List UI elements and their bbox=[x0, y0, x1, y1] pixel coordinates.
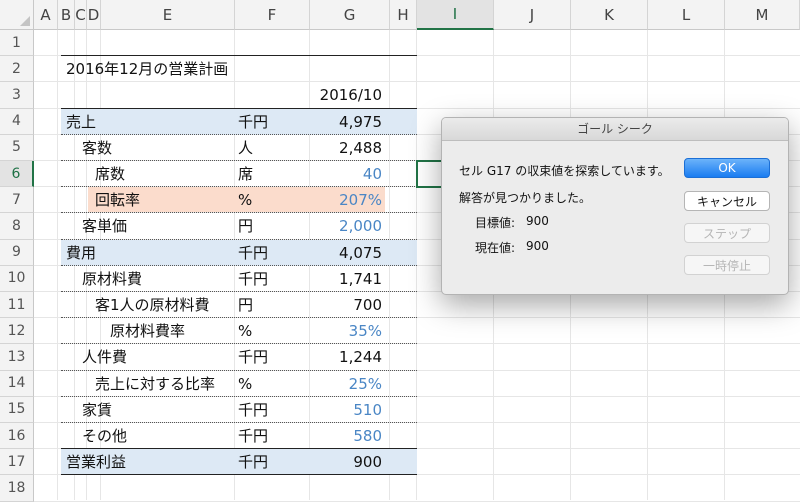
row-unit[interactable]: 席 bbox=[238, 161, 253, 187]
target-value-label: 目標値: bbox=[475, 216, 516, 230]
row-label[interactable]: 回転率 bbox=[95, 187, 140, 213]
row-value[interactable]: 25% bbox=[310, 371, 382, 397]
row-header-3[interactable]: 3 bbox=[0, 82, 34, 109]
row-header-18[interactable]: 18 bbox=[0, 475, 34, 502]
step-button[interactable]: ステップ bbox=[684, 223, 770, 243]
column-header-h[interactable]: H bbox=[390, 0, 417, 30]
row-unit[interactable]: 千円 bbox=[238, 344, 268, 370]
goal-seek-dialog: ゴール シーク セル G17 の収束値を探索しています。 解答が見つかりました。… bbox=[441, 117, 789, 295]
row-label[interactable]: その他 bbox=[82, 423, 127, 449]
period-header[interactable]: 2016/10 bbox=[310, 82, 382, 108]
ok-button[interactable]: OK bbox=[684, 158, 770, 178]
row-unit[interactable]: 千円 bbox=[238, 449, 268, 475]
row-header-16[interactable]: 16 bbox=[0, 423, 34, 450]
row-value[interactable]: 35% bbox=[310, 318, 382, 344]
row-value[interactable]: 700 bbox=[310, 292, 382, 318]
row-header-14[interactable]: 14 bbox=[0, 370, 34, 397]
row-header-10[interactable]: 10 bbox=[0, 265, 34, 292]
target-value: 900 bbox=[526, 214, 549, 228]
row-label[interactable]: 客数 bbox=[82, 135, 112, 161]
column-header-i[interactable]: I bbox=[417, 0, 494, 30]
row-value[interactable]: 1,741 bbox=[310, 266, 382, 292]
row-header-7[interactable]: 7 bbox=[0, 187, 34, 214]
row-header-17[interactable]: 17 bbox=[0, 449, 34, 476]
row-unit[interactable]: 人 bbox=[238, 135, 253, 161]
row-header-5[interactable]: 5 bbox=[0, 134, 34, 161]
row-label[interactable]: 売上に対する比率 bbox=[95, 371, 215, 397]
row-label[interactable]: 家賃 bbox=[82, 397, 112, 423]
current-value: 900 bbox=[526, 239, 549, 253]
column-header-a[interactable]: A bbox=[34, 0, 58, 30]
row-value[interactable]: 4,975 bbox=[310, 109, 382, 135]
column-header-e[interactable]: E bbox=[101, 0, 235, 30]
row-label[interactable]: 客単価 bbox=[82, 213, 127, 239]
current-value-label: 現在値: bbox=[475, 241, 516, 255]
column-header-f[interactable]: F bbox=[235, 0, 310, 30]
column-header-b[interactable]: B bbox=[58, 0, 75, 30]
row-header-2[interactable]: 2 bbox=[0, 56, 34, 83]
row-unit[interactable]: % bbox=[238, 318, 252, 344]
row-header-11[interactable]: 11 bbox=[0, 292, 34, 319]
pause-button[interactable]: 一時停止 bbox=[684, 255, 770, 275]
row-unit[interactable]: 円 bbox=[238, 213, 253, 239]
dialog-title[interactable]: ゴール シーク bbox=[442, 118, 788, 141]
column-header-d[interactable]: D bbox=[87, 0, 101, 30]
select-all-corner[interactable] bbox=[0, 0, 34, 30]
row-value[interactable]: 900 bbox=[310, 449, 382, 475]
row-unit[interactable]: % bbox=[238, 187, 252, 213]
row-header-13[interactable]: 13 bbox=[0, 344, 34, 371]
sheet-title[interactable]: 2016年12月の営業計画 bbox=[66, 56, 228, 82]
row-header-8[interactable]: 8 bbox=[0, 213, 34, 240]
row-label[interactable]: 人件費 bbox=[82, 344, 127, 370]
row-value[interactable]: 2,488 bbox=[310, 135, 382, 161]
row-header-1[interactable]: 1 bbox=[0, 30, 34, 57]
row-label[interactable]: 原材料費率 bbox=[110, 318, 185, 344]
row-unit[interactable]: 千円 bbox=[238, 423, 268, 449]
row-label[interactable]: 席数 bbox=[95, 161, 125, 187]
row-label[interactable]: 売上 bbox=[66, 109, 96, 135]
row-value[interactable]: 40 bbox=[310, 161, 382, 187]
row-unit[interactable]: % bbox=[238, 371, 252, 397]
row-value[interactable]: 2,000 bbox=[310, 213, 382, 239]
row-unit[interactable]: 千円 bbox=[238, 109, 268, 135]
row-label[interactable]: 費用 bbox=[66, 240, 96, 266]
row-label[interactable]: 客1人の原材料費 bbox=[95, 292, 210, 318]
row-unit[interactable]: 千円 bbox=[238, 397, 268, 423]
column-gridline bbox=[57, 30, 58, 500]
row-unit[interactable]: 円 bbox=[238, 292, 253, 318]
row-gridline bbox=[34, 500, 800, 502]
row-unit[interactable]: 千円 bbox=[238, 266, 268, 292]
dialog-status: 解答が見つかりました。 bbox=[459, 191, 592, 205]
cancel-button[interactable]: キャンセル bbox=[684, 191, 770, 211]
row-value[interactable]: 207% bbox=[310, 187, 382, 213]
row-unit[interactable]: 千円 bbox=[238, 240, 268, 266]
column-header-k[interactable]: K bbox=[571, 0, 648, 30]
row-value[interactable]: 1,244 bbox=[310, 344, 382, 370]
row-header-15[interactable]: 15 bbox=[0, 396, 34, 423]
column-header-c[interactable]: C bbox=[75, 0, 87, 30]
row-header-12[interactable]: 12 bbox=[0, 318, 34, 345]
row-value[interactable]: 580 bbox=[310, 423, 382, 449]
row-label[interactable]: 営業利益 bbox=[66, 449, 126, 475]
row-header-6[interactable]: 6 bbox=[0, 161, 34, 188]
column-header-l[interactable]: L bbox=[648, 0, 725, 30]
column-header-m[interactable]: M bbox=[725, 0, 800, 30]
row-header-9[interactable]: 9 bbox=[0, 239, 34, 266]
row-value[interactable]: 510 bbox=[310, 397, 382, 423]
row-header-4[interactable]: 4 bbox=[0, 108, 34, 135]
column-header-g[interactable]: G bbox=[310, 0, 390, 30]
column-header-j[interactable]: J bbox=[494, 0, 571, 30]
dialog-message: セル G17 の収束値を探索しています。 bbox=[459, 164, 670, 178]
row-value[interactable]: 4,075 bbox=[310, 240, 382, 266]
row-label[interactable]: 原材料費 bbox=[82, 266, 142, 292]
